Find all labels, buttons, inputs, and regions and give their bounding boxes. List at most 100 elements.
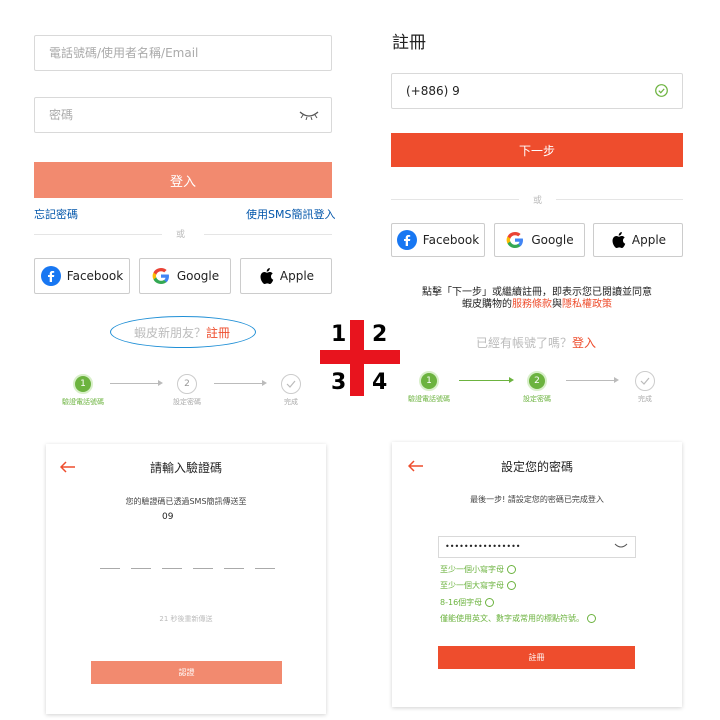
apple-label: Apple: [631, 233, 667, 247]
check-circle-icon: [587, 614, 596, 623]
rule-uppercase: 至少一個大寫字母: [440, 580, 516, 591]
verify-sent-text: 您的驗證碼已透過SMS簡訊傳送至: [125, 497, 247, 506]
apple-button[interactable]: Apple: [240, 258, 332, 294]
google-label: Google: [531, 233, 574, 247]
rule-charset-text: 僅能使用英文、數字或常用的標點符號。: [440, 614, 584, 623]
quadrant-label-3: 3: [331, 370, 347, 395]
step-line-2: [566, 380, 616, 381]
eye-closed-icon[interactable]: [298, 110, 320, 120]
account-input[interactable]: 電話號碼/使用者名稱/Email: [34, 35, 332, 71]
step1-circle: 1: [419, 371, 439, 391]
step1-circle: 1: [73, 374, 93, 394]
login-button[interactable]: 登入: [34, 162, 332, 198]
step1-label: 驗證電話號碼: [408, 395, 450, 403]
step2-circle: 2: [177, 374, 197, 394]
signup-button[interactable]: 註冊: [438, 646, 635, 669]
register-divider-right: [556, 199, 683, 200]
check-icon: [640, 377, 650, 385]
check-circle-icon: [485, 598, 495, 607]
apple-icon: [612, 232, 626, 248]
quadrant-label-4: 4: [372, 370, 388, 395]
rule-lowercase-text: 至少一個小寫字母: [440, 565, 504, 574]
password-input[interactable]: 密碼: [34, 97, 332, 133]
code-digit-2[interactable]: [131, 568, 151, 569]
signup-question: 蝦皮新朋友？: [134, 326, 207, 340]
step3-label: 完成: [284, 398, 298, 406]
forgot-password-link[interactable]: 忘記密碼: [34, 206, 78, 222]
register-apple-button[interactable]: Apple: [593, 223, 683, 257]
has-account-text: 已經有帳號了嗎？登入: [476, 334, 596, 351]
facebook-button[interactable]: Facebook: [34, 258, 130, 294]
register-facebook-button[interactable]: Facebook: [391, 223, 485, 257]
sms-login-link[interactable]: 使用SMS簡訊登入: [246, 206, 335, 222]
new-password-input[interactable]: ••••••••••••••••: [438, 536, 636, 558]
step-arrow-1: [509, 377, 514, 383]
check-circle-icon: [507, 581, 516, 590]
signup-link[interactable]: 註冊: [206, 326, 230, 340]
or-label: 或: [176, 230, 186, 240]
code-digit-3[interactable]: [162, 568, 182, 569]
divider-right: [204, 234, 332, 235]
step2-label: 設定密碼: [173, 398, 201, 406]
cross-horizontal: [320, 350, 400, 364]
rule-charset: 僅能使用英文、數字或常用的標點符號。: [440, 613, 596, 624]
has-account-question: 已經有帳號了嗎？: [476, 336, 573, 350]
terms-line-2: 蝦皮購物的服務條款與隱私權政策: [391, 295, 683, 310]
step2-circle: 2: [527, 371, 547, 391]
register-divider-left: [391, 199, 519, 200]
quadrant-label-1: 1: [331, 322, 347, 347]
step-line-1: [110, 383, 160, 384]
next-button[interactable]: 下一步: [391, 133, 683, 167]
terms-prefix: 蝦皮購物的: [462, 299, 512, 310]
terms-and: 與: [552, 299, 562, 310]
step2-label: 設定密碼: [523, 395, 551, 403]
facebook-icon: [396, 230, 417, 250]
step-arrow-2: [614, 377, 619, 383]
step-line-1: [459, 380, 511, 381]
register-google-button[interactable]: Google: [494, 223, 585, 257]
register-title: 註冊: [392, 33, 426, 53]
resend-countdown: 21 秒後重新傳送: [159, 615, 213, 623]
google-icon: [152, 268, 169, 284]
verify-title: 請輸入驗證碼: [149, 461, 222, 475]
step1-label: 驗證電話號碼: [62, 398, 104, 406]
divider-left: [34, 234, 162, 235]
rule-length: 8-16個字母: [440, 597, 495, 608]
rule-length-text: 8-16個字母: [440, 598, 483, 607]
code-digit-4[interactable]: [193, 568, 213, 569]
terms-link[interactable]: 服務條款: [512, 299, 552, 310]
privacy-link[interactable]: 隱私權政策: [562, 299, 612, 310]
google-label: Google: [176, 269, 220, 283]
google-icon: [506, 232, 524, 248]
step-line-2: [214, 383, 264, 384]
phone-input[interactable]: (+886) 9: [391, 73, 683, 109]
register-or-label: 或: [533, 196, 543, 206]
verify-card: 請輸入驗證碼 您的驗證碼已透過SMS簡訊傳送至 09 21 秒後重新傳送 認證: [46, 444, 326, 714]
step3-circle: [281, 374, 301, 394]
valid-check-icon: [655, 84, 668, 97]
setpw-title: 設定您的密碼: [500, 460, 573, 474]
check-circle-icon: [507, 565, 516, 574]
check-icon: [286, 380, 296, 388]
rule-lowercase: 至少一個小寫字母: [440, 564, 516, 575]
step3-circle: [635, 371, 655, 391]
rule-uppercase-text: 至少一個大寫字母: [440, 581, 504, 590]
facebook-label: Facebook: [422, 233, 480, 247]
step-arrow-1: [158, 380, 163, 386]
step3-label: 完成: [638, 395, 652, 403]
signup-prompt-text: 蝦皮新朋友？註冊: [134, 324, 230, 341]
login-link[interactable]: 登入: [572, 336, 596, 350]
step-arrow-2: [262, 380, 267, 386]
apple-label: Apple: [279, 269, 315, 283]
apple-icon: [260, 268, 274, 284]
setpw-subtitle: 最後一步! 請設定您的密碼已完成登入: [470, 495, 604, 504]
eye-closed-icon[interactable]: [614, 543, 628, 550]
code-digit-6[interactable]: [255, 568, 275, 569]
google-button[interactable]: Google: [139, 258, 231, 294]
code-digit-1[interactable]: [100, 568, 120, 569]
code-digit-5[interactable]: [224, 568, 244, 569]
facebook-icon: [40, 266, 61, 286]
verify-phone: 09: [162, 512, 174, 522]
confirm-button[interactable]: 認證: [91, 661, 282, 684]
quadrant-label-2: 2: [372, 322, 388, 347]
